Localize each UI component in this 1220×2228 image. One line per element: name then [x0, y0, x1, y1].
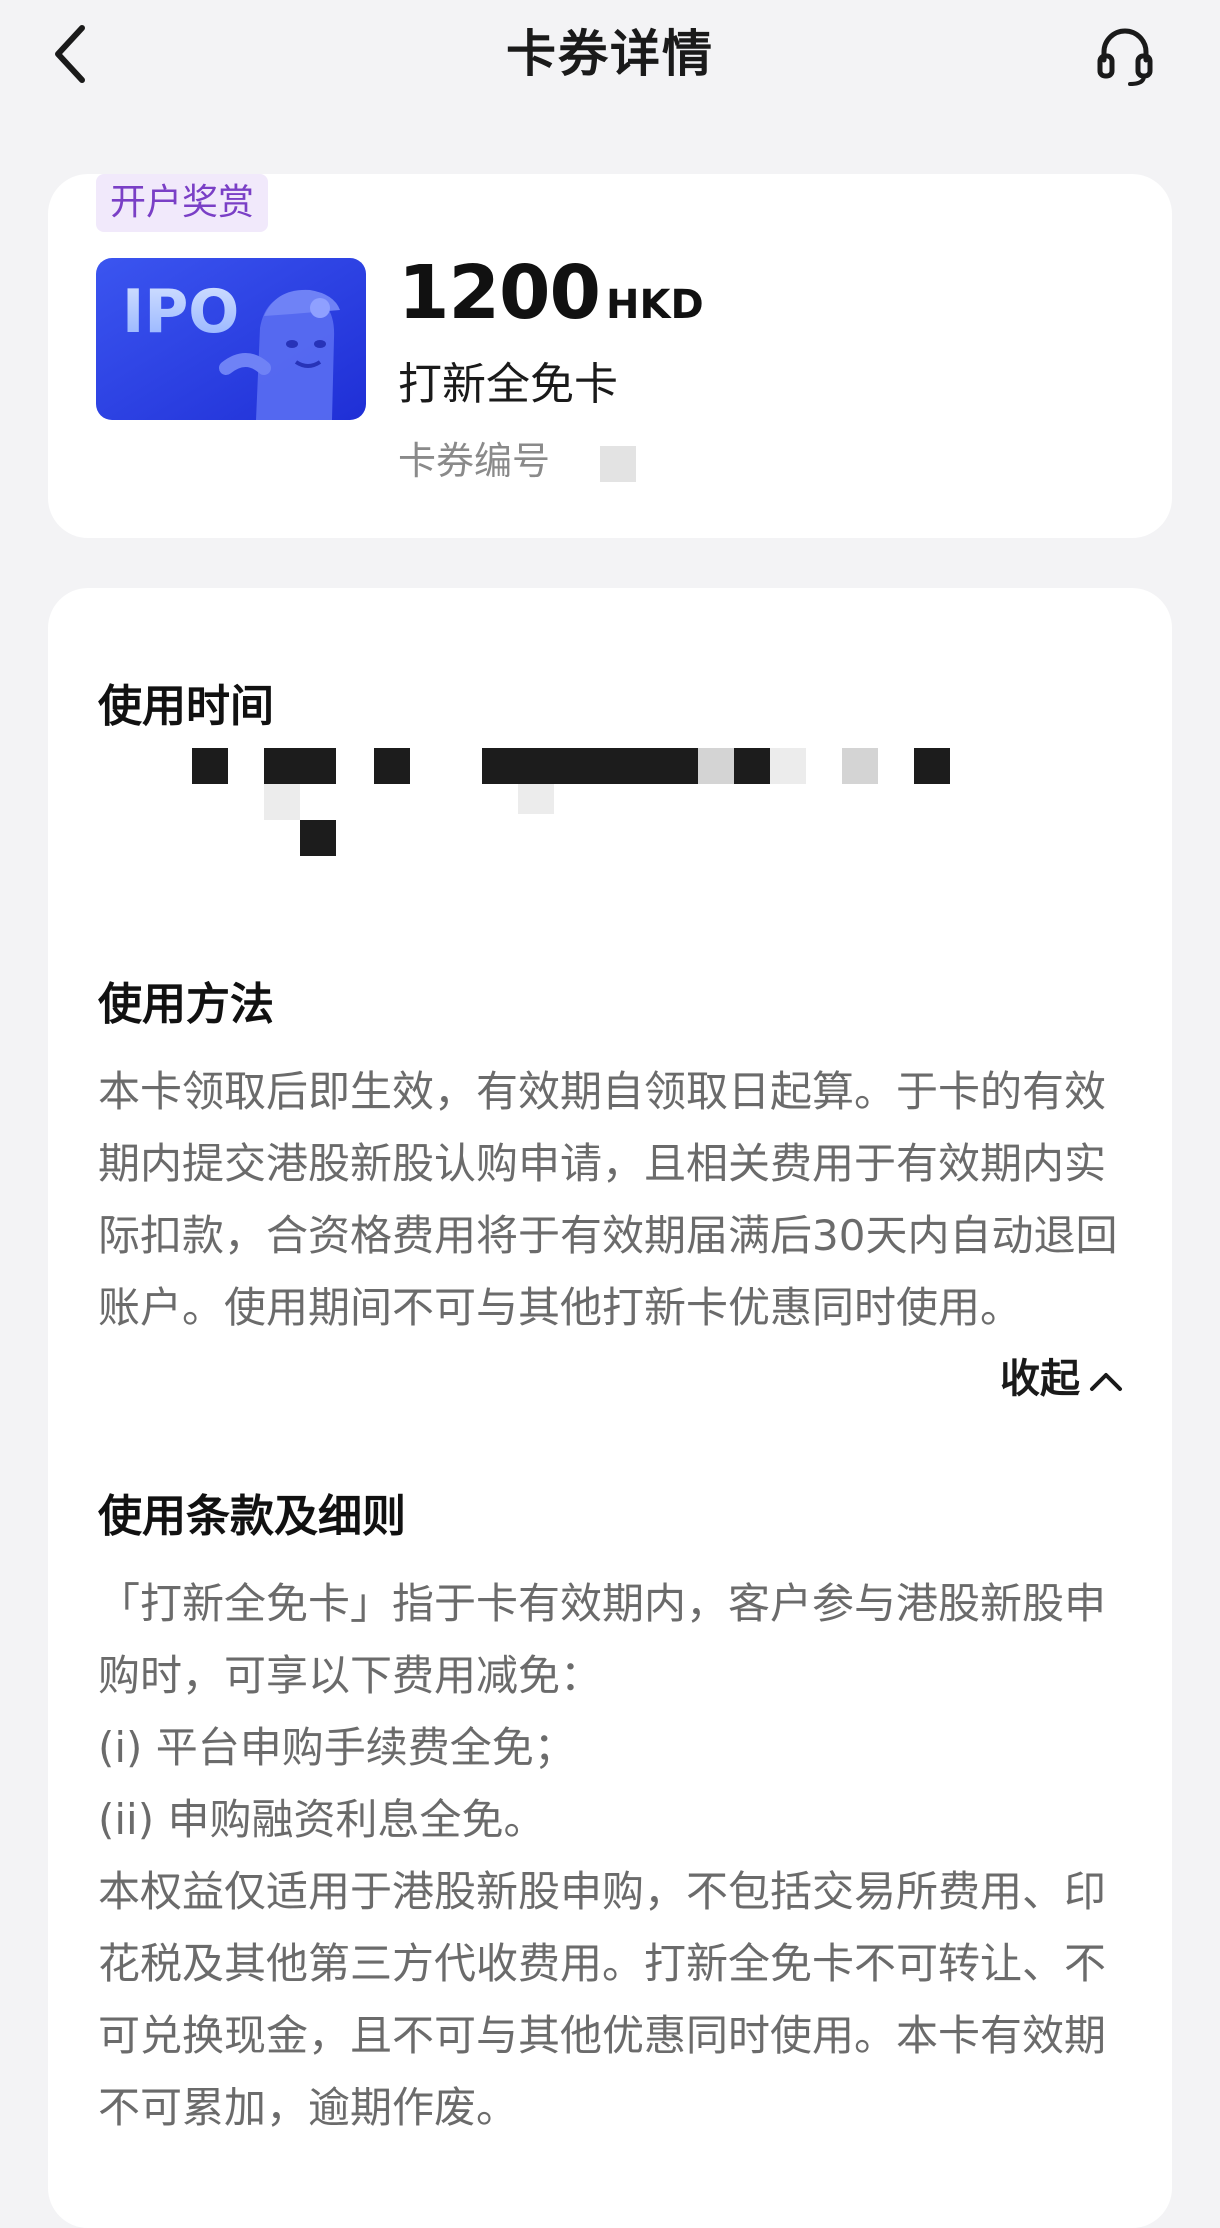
page-title: 卡券详情	[506, 25, 714, 83]
usage-method-text: 本卡领取后即生效，有效期自领取日起算。于卡的有效期内提交港股新股认购申请，且相关…	[98, 1067, 1118, 1332]
usage-method-title: 使用方法	[98, 979, 274, 1030]
usage-time-title: 使用时间	[98, 681, 274, 732]
collapse-label: 收起	[1000, 1356, 1080, 1402]
terms-line: 「打新全免卡」指于卡有效期内，客户参与港股新股申购时，可享以下费用减免：	[98, 1579, 1107, 1700]
coupon-value: 1200 HKD	[398, 250, 704, 336]
coupon-name: 打新全免卡	[398, 359, 618, 410]
redacted-coupon-number	[600, 445, 637, 482]
coupon-number-label: 卡券编号	[398, 439, 551, 483]
terms-line: (ii) 申购融资利息全免。	[98, 1795, 546, 1844]
top-nav-bar: 卡券详情	[0, 0, 1220, 110]
terms-text: 「打新全免卡」指于卡有效期内，客户参与港股新股申购时，可享以下费用减免： (i)…	[98, 1568, 1128, 2144]
terms-title: 使用条款及细则	[98, 1491, 406, 1542]
coupon-currency: HKD	[605, 282, 704, 328]
terms-line: 本权益仅适用于港股新股申购，不包括交易所费用、印花税及其他第三方代收费用。打新全…	[98, 1867, 1107, 2132]
coupon-summary-card: 开户奖赏 IPO 1200 HKD 打新全免卡 卡券编号	[48, 174, 1172, 538]
collapse-button[interactable]: 收起	[1000, 1346, 1124, 1404]
redacted-usage-time	[98, 748, 958, 878]
coupon-image: IPO	[96, 258, 366, 420]
coupon-details-card: 使用时间 使用方法 本卡领取后即生效，有效期自领取日起算。于卡的有效期内提交港股…	[48, 588, 1172, 2228]
customer-service-button[interactable]	[1090, 20, 1160, 90]
coupon-amount: 1200	[398, 250, 601, 336]
headset-icon	[1097, 28, 1153, 86]
terms-line: (i) 平台申购手续费全免；	[98, 1723, 576, 1772]
reward-tag: 开户奖赏	[96, 174, 269, 232]
ipo-label: IPO	[122, 277, 239, 347]
chevron-up-icon	[1090, 1373, 1122, 1391]
coupon-number: 卡券编号	[398, 430, 637, 485]
